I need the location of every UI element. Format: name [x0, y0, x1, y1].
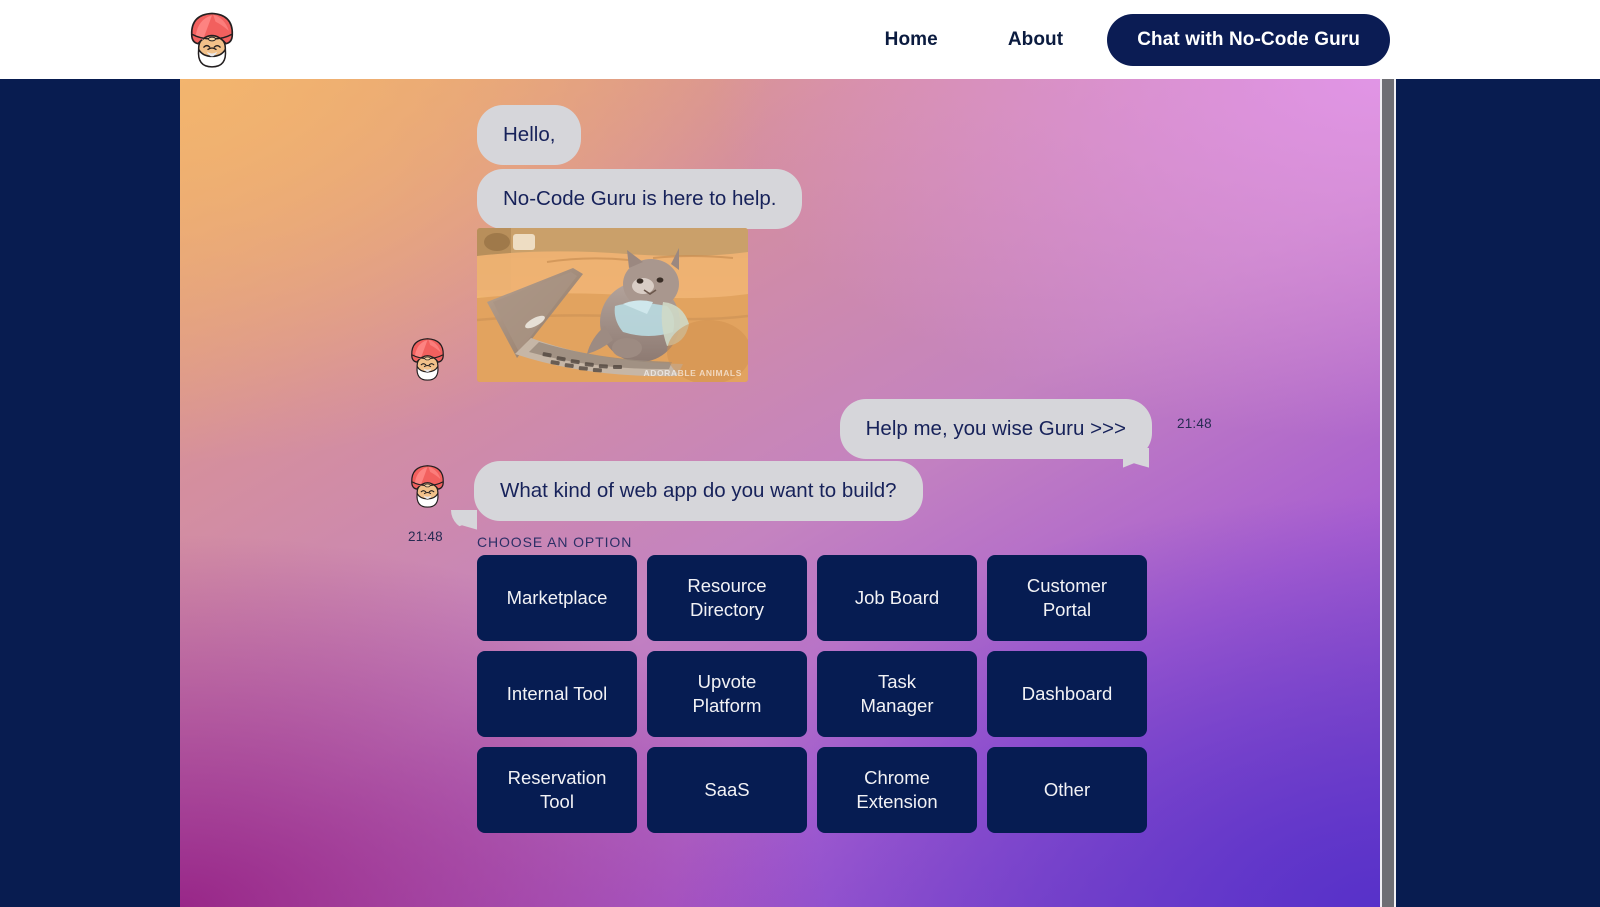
top-navbar: Home About Chat with No-Code Guru — [0, 0, 1600, 79]
option-task-manager[interactable]: Task Manager — [817, 651, 977, 737]
option-customer-portal[interactable]: Customer Portal — [987, 555, 1147, 641]
option-marketplace[interactable]: Marketplace — [477, 555, 637, 641]
option-reservation-tool[interactable]: Reservation Tool — [477, 747, 637, 833]
bot-message-intro: No-Code Guru is here to help. — [477, 169, 803, 229]
cat-typing-on-laptop-image — [477, 228, 748, 382]
guru-turban-avatar-icon[interactable] — [183, 10, 241, 68]
user-message-timestamp: 21:48 — [1177, 416, 1212, 431]
option-other[interactable]: Other — [987, 747, 1147, 833]
user-message: Help me, you wise Guru >>> — [839, 399, 1152, 459]
option-dashboard[interactable]: Dashboard — [987, 651, 1147, 737]
option-chrome-extension[interactable]: Chrome Extension — [817, 747, 977, 833]
chat-with-guru-button[interactable]: Chat with No-Code Guru — [1107, 13, 1390, 66]
nav-link-home[interactable]: Home — [885, 29, 938, 51]
nav-link-about[interactable]: About — [1008, 29, 1063, 51]
nav-links-group: Home About Chat with No-Code Guru — [885, 0, 1390, 79]
bot-avatar-icon — [411, 465, 444, 508]
bot-message-hello: Hello, — [477, 105, 582, 165]
choose-an-option-label: Choose an option — [477, 534, 633, 550]
options-grid: Marketplace Resource Directory Job Board… — [477, 555, 1147, 833]
bot-message-cat-image[interactable]: ADORABLE ANIMALS — [477, 228, 748, 382]
bot-message-timestamp: 21:48 — [408, 529, 443, 544]
option-saas[interactable]: SaaS — [647, 747, 807, 833]
option-job-board[interactable]: Job Board — [817, 555, 977, 641]
option-resource-directory[interactable]: Resource Directory — [647, 555, 807, 641]
chat-scrollbar-thumb[interactable] — [1382, 79, 1394, 907]
app-page: Home About Chat with No-Code Guru Hello,… — [0, 0, 1600, 907]
bot-message-question: What kind of web app do you want to buil… — [474, 461, 923, 521]
option-internal-tool[interactable]: Internal Tool — [477, 651, 637, 737]
bot-avatar-icon — [411, 338, 444, 381]
option-upvote-platform[interactable]: Upvote Platform — [647, 651, 807, 737]
chat-panel: Hello, No-Code Guru is here to help. ADO… — [180, 79, 1380, 907]
chat-message-list: Hello, No-Code Guru is here to help. ADO… — [180, 79, 1380, 907]
